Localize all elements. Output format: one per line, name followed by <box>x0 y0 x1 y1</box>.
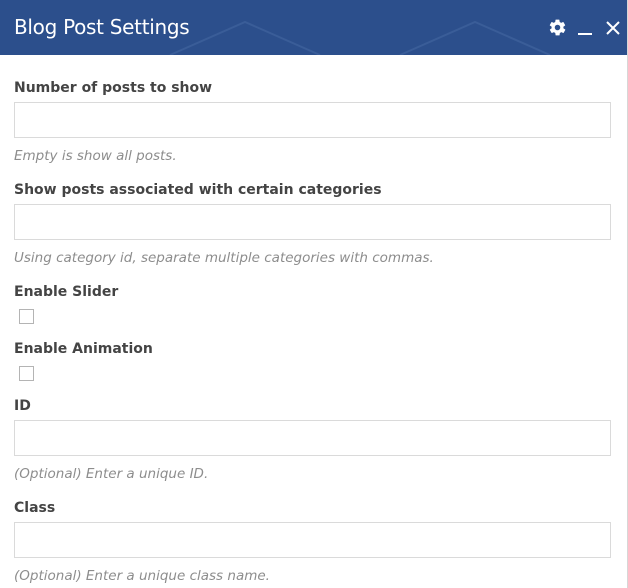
class-label: Class <box>14 500 56 516</box>
num-posts-input[interactable] <box>14 102 611 138</box>
minimize-icon[interactable] <box>571 14 599 42</box>
enable-animation-checkbox[interactable] <box>19 366 34 381</box>
enable-slider-checkbox[interactable] <box>19 309 34 324</box>
id-help: (Optional) Enter a unique ID. <box>14 466 209 482</box>
num-posts-label: Number of posts to show <box>14 80 213 96</box>
categories-label: Show posts associated with certain categ… <box>14 182 382 198</box>
categories-help: Using category id, separate multiple cat… <box>14 250 434 266</box>
categories-input[interactable] <box>14 204 611 240</box>
id-input[interactable] <box>14 420 611 456</box>
panel-header: Blog Post Settings <box>0 0 627 55</box>
enable-slider-label: Enable Slider <box>14 284 119 300</box>
close-icon[interactable] <box>599 14 627 42</box>
id-label: ID <box>14 398 31 414</box>
enable-animation-label: Enable Animation <box>14 341 153 357</box>
class-input[interactable] <box>14 522 611 558</box>
num-posts-help: Empty is show all posts. <box>14 148 177 164</box>
panel-title: Blog Post Settings <box>14 15 190 39</box>
gear-icon[interactable] <box>543 14 571 42</box>
class-help: (Optional) Enter a unique class name. <box>14 568 270 584</box>
settings-panel: Blog Post Settings Number of posts to sh… <box>0 0 628 588</box>
window-controls <box>543 0 627 55</box>
